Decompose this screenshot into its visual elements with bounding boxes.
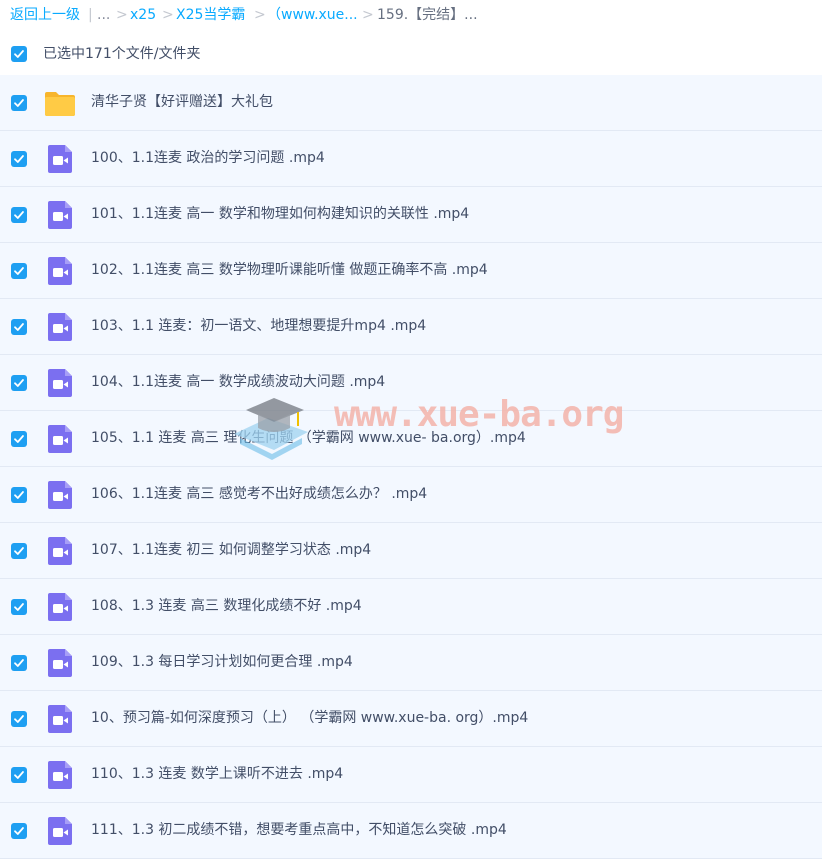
row-checkbox[interactable] bbox=[11, 263, 27, 279]
video-file-icon bbox=[48, 369, 72, 397]
file-name[interactable]: 111、1.3 初二成绩不错，想要考重点高中，不知道怎么突破 .mp4 bbox=[91, 803, 507, 858]
video-file-icon bbox=[48, 537, 72, 565]
breadcrumb-item-site[interactable]: （www.xue... bbox=[267, 0, 358, 30]
file-name[interactable]: 106、1.1连麦 高三 感觉考不出好成绩怎么办？ .mp4 bbox=[91, 467, 427, 522]
list-item[interactable]: 111、1.3 初二成绩不错，想要考重点高中，不知道怎么突破 .mp4 bbox=[0, 803, 822, 859]
row-checkbox[interactable] bbox=[11, 431, 27, 447]
file-name[interactable]: 107、1.1连麦 初三 如何调整学习状态 .mp4 bbox=[91, 523, 371, 578]
row-checkbox[interactable] bbox=[11, 655, 27, 671]
breadcrumb: 返回上一级 | ... > x25 > X25当学霸 > （www.xue...… bbox=[0, 0, 822, 30]
breadcrumb-item-x25[interactable]: x25 bbox=[130, 0, 156, 30]
file-name[interactable]: 103、1.1 连麦：初一语文、地理想要提升mp4 .mp4 bbox=[91, 299, 426, 354]
row-checkbox[interactable] bbox=[11, 823, 27, 839]
breadcrumb-ellipsis[interactable]: ... bbox=[97, 0, 110, 30]
row-checkbox[interactable] bbox=[11, 543, 27, 559]
list-item[interactable]: 10、预习篇-如何深度预习（上） （学霸网 www.xue-ba. org）.m… bbox=[0, 691, 822, 747]
video-file-icon bbox=[48, 705, 72, 733]
file-name[interactable]: 101、1.1连麦 高一 数学和物理如何构建知识的关联性 .mp4 bbox=[91, 187, 469, 242]
list-item[interactable]: 105、1.1 连麦 高三 理化生问题 （学霸网 www.xue- ba.org… bbox=[0, 411, 822, 467]
file-name[interactable]: 108、1.3 连麦 高三 数理化成绩不好 .mp4 bbox=[91, 579, 362, 634]
list-item[interactable]: 108、1.3 连麦 高三 数理化成绩不好 .mp4 bbox=[0, 579, 822, 635]
video-file-icon bbox=[48, 593, 72, 621]
list-item[interactable]: 110、1.3 连麦 数学上课听不进去 .mp4 bbox=[0, 747, 822, 803]
list-item[interactable]: 清华子贤【好评赠送】大礼包 bbox=[0, 75, 822, 131]
file-name[interactable]: 清华子贤【好评赠送】大礼包 bbox=[91, 75, 273, 130]
file-name[interactable]: 110、1.3 连麦 数学上课听不进去 .mp4 bbox=[91, 747, 343, 802]
list-item[interactable]: 104、1.1连麦 高一 数学成绩波动大问题 .mp4 bbox=[0, 355, 822, 411]
row-checkbox[interactable] bbox=[11, 95, 27, 111]
list-item[interactable]: 106、1.1连麦 高三 感觉考不出好成绩怎么办？ .mp4 bbox=[0, 467, 822, 523]
row-checkbox[interactable] bbox=[11, 375, 27, 391]
file-name[interactable]: 105、1.1 连麦 高三 理化生问题 （学霸网 www.xue- ba.org… bbox=[91, 411, 526, 466]
list-item[interactable]: 103、1.1 连麦：初一语文、地理想要提升mp4 .mp4 bbox=[0, 299, 822, 355]
list-item[interactable]: 100、1.1连麦 政治的学习问题 .mp4 bbox=[0, 131, 822, 187]
video-file-icon bbox=[48, 761, 72, 789]
row-checkbox[interactable] bbox=[11, 319, 27, 335]
video-file-icon bbox=[48, 257, 72, 285]
list-item[interactable]: 102、1.1连麦 高三 数学物理听课能听懂 做题正确率不高 .mp4 bbox=[0, 243, 822, 299]
back-link[interactable]: 返回上一级 bbox=[10, 0, 80, 30]
select-all-checkbox[interactable] bbox=[11, 46, 27, 62]
breadcrumb-separator: > bbox=[162, 7, 174, 23]
breadcrumb-item-x25-xueba[interactable]: X25当学霸 bbox=[176, 0, 245, 30]
video-file-icon bbox=[48, 425, 72, 453]
file-name[interactable]: 109、1.3 每日学习计划如何更合理 .mp4 bbox=[91, 635, 353, 690]
breadcrumb-separator: > bbox=[254, 7, 266, 23]
selection-count: 已选中171个文件/文件夹 bbox=[43, 46, 201, 62]
list-item[interactable]: 109、1.3 每日学习计划如何更合理 .mp4 bbox=[0, 635, 822, 691]
list-item[interactable]: 101、1.1连麦 高一 数学和物理如何构建知识的关联性 .mp4 bbox=[0, 187, 822, 243]
video-file-icon bbox=[48, 313, 72, 341]
row-checkbox[interactable] bbox=[11, 599, 27, 615]
row-checkbox[interactable] bbox=[11, 487, 27, 503]
video-file-icon bbox=[48, 145, 72, 173]
breadcrumb-separator: > bbox=[116, 7, 128, 23]
row-checkbox[interactable] bbox=[11, 151, 27, 167]
file-name[interactable]: 10、预习篇-如何深度预习（上） （学霸网 www.xue-ba. org）.m… bbox=[91, 691, 528, 746]
selection-bar: 已选中171个文件/文件夹 bbox=[0, 36, 822, 72]
breadcrumb-divider: | bbox=[88, 7, 93, 23]
file-name[interactable]: 100、1.1连麦 政治的学习问题 .mp4 bbox=[91, 131, 325, 186]
row-checkbox[interactable] bbox=[11, 767, 27, 783]
breadcrumb-separator: > bbox=[362, 7, 374, 23]
breadcrumb-current: 159.【完结】... bbox=[377, 7, 478, 23]
video-file-icon bbox=[48, 649, 72, 677]
folder-icon bbox=[45, 92, 75, 116]
file-name[interactable]: 102、1.1连麦 高三 数学物理听课能听懂 做题正确率不高 .mp4 bbox=[91, 243, 488, 298]
video-file-icon bbox=[48, 201, 72, 229]
video-file-icon bbox=[48, 817, 72, 845]
file-name[interactable]: 104、1.1连麦 高一 数学成绩波动大问题 .mp4 bbox=[91, 355, 385, 410]
video-file-icon bbox=[48, 481, 72, 509]
row-checkbox[interactable] bbox=[11, 711, 27, 727]
list-item[interactable]: 107、1.1连麦 初三 如何调整学习状态 .mp4 bbox=[0, 523, 822, 579]
row-checkbox[interactable] bbox=[11, 207, 27, 223]
